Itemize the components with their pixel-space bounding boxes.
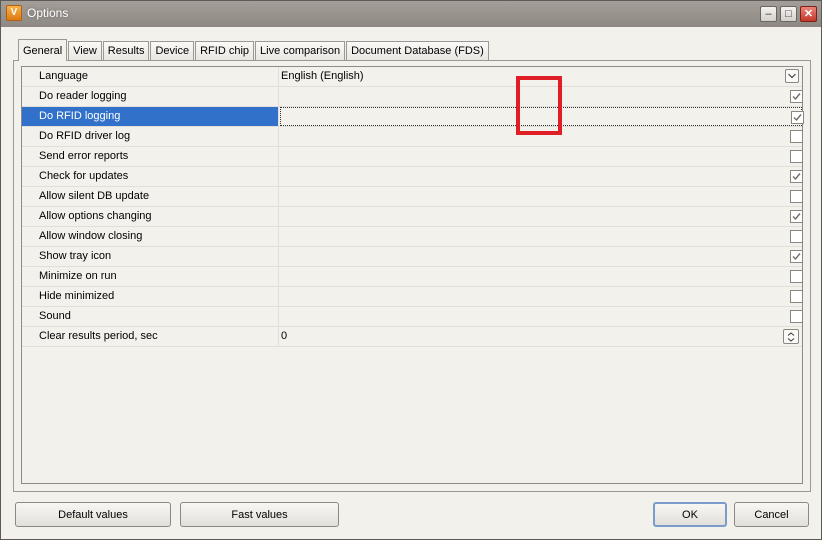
setting-name: Allow silent DB update [22,187,279,206]
setting-checkbox[interactable] [790,310,803,323]
setting-name: Do RFID driver log [22,127,279,146]
setting-value[interactable] [280,167,803,186]
tab-results[interactable]: Results [102,41,150,61]
title-bar[interactable]: V Options – □ ✕ [1,1,821,27]
setting-checkbox[interactable] [790,270,803,283]
setting-name: Show tray icon [22,247,279,266]
tab-rfid-chip[interactable]: RFID chip [195,41,255,61]
minimize-button[interactable]: – [760,6,777,22]
setting-name: Clear results period, sec [22,327,279,346]
setting-value[interactable]: 0 [280,327,802,346]
setting-checkbox[interactable] [790,290,803,303]
fast-values-button[interactable]: Fast values [180,502,339,527]
setting-name: Allow window closing [22,227,279,246]
checkmark-icon [792,212,801,221]
setting-row[interactable]: Clear results period, sec 0 [22,327,802,347]
checkmark-icon [792,92,801,101]
settings-grid: Language English (English) Do reader loggi… [21,66,804,484]
general-tab-panel: Language English (English) Do reader loggi… [13,60,811,492]
checkmark-icon [793,113,802,122]
app-icon: V [6,5,22,21]
setting-checkbox[interactable] [790,170,803,183]
setting-value[interactable] [280,87,803,106]
setting-name: Send error reports [22,147,279,166]
setting-name: Do reader logging [22,87,279,106]
setting-value[interactable] [280,127,803,146]
setting-row[interactable]: Show tray icon [22,247,803,267]
checkmark-icon [792,172,801,181]
setting-checkbox[interactable] [790,230,803,243]
cancel-button[interactable]: Cancel [734,502,809,527]
tab-general[interactable]: General [18,39,68,61]
setting-row[interactable]: Allow options changing [22,207,803,227]
setting-name: Sound [22,307,279,326]
setting-row[interactable]: Do RFID logging [22,107,804,127]
setting-value[interactable] [280,267,803,286]
setting-row[interactable]: Allow window closing [22,227,803,247]
setting-row[interactable]: Do RFID driver log [22,127,803,147]
setting-checkbox[interactable] [790,190,803,203]
options-window: V Options – □ ✕ General View Results Dev… [0,0,822,540]
window-title: Options [27,6,69,20]
setting-name: Language [22,67,279,86]
setting-row[interactable]: Send error reports [22,147,803,167]
tab-document-database[interactable]: Document Database (FDS) [346,41,489,61]
setting-value[interactable] [280,147,803,166]
tab-device[interactable]: Device [150,41,195,61]
clear-period-value: 0 [281,330,288,342]
setting-checkbox[interactable] [790,150,803,163]
setting-value[interactable] [280,307,803,326]
default-values-button[interactable]: Default values [15,502,171,527]
checkmark-icon [792,252,801,261]
maximize-button[interactable]: □ [780,6,797,22]
setting-checkbox[interactable] [790,210,803,223]
tab-view[interactable]: View [68,41,102,61]
setting-row[interactable]: Hide minimized [22,287,803,307]
close-button[interactable]: ✕ [800,6,817,22]
setting-checkbox[interactable] [790,130,803,143]
tab-live-comparison[interactable]: Live comparison [255,41,346,61]
setting-value[interactable]: English (English) [280,67,802,86]
setting-row[interactable]: Language English (English) [22,67,802,87]
close-icon: ✕ [803,7,814,20]
setting-value[interactable] [280,227,803,246]
maximize-icon: □ [785,7,792,20]
setting-name: Minimize on run [22,267,279,286]
setting-row[interactable]: Do reader logging [22,87,803,107]
setting-name: Hide minimized [22,287,279,306]
chevron-down-icon[interactable] [785,69,799,83]
setting-row[interactable]: Sound [22,307,803,327]
setting-name: Check for updates [22,167,279,186]
setting-value[interactable] [280,187,803,206]
setting-checkbox[interactable] [791,111,804,124]
tab-strip: General View Results Device RFID chip Li… [18,39,490,61]
setting-value[interactable] [280,107,804,126]
setting-name: Do RFID logging [22,107,279,126]
setting-row[interactable]: Check for updates [22,167,803,187]
setting-row[interactable]: Allow silent DB update [22,187,803,207]
setting-checkbox[interactable] [790,90,803,103]
setting-value[interactable] [280,287,803,306]
ok-button[interactable]: OK [653,502,727,527]
language-value: English (English) [281,70,364,82]
setting-checkbox[interactable] [790,250,803,263]
setting-name: Allow options changing [22,207,279,226]
minimize-icon: – [765,7,772,20]
setting-row[interactable]: Minimize on run [22,267,803,287]
setting-value[interactable] [280,207,803,226]
setting-value[interactable] [280,247,803,266]
spin-edit-icon[interactable] [783,329,799,344]
